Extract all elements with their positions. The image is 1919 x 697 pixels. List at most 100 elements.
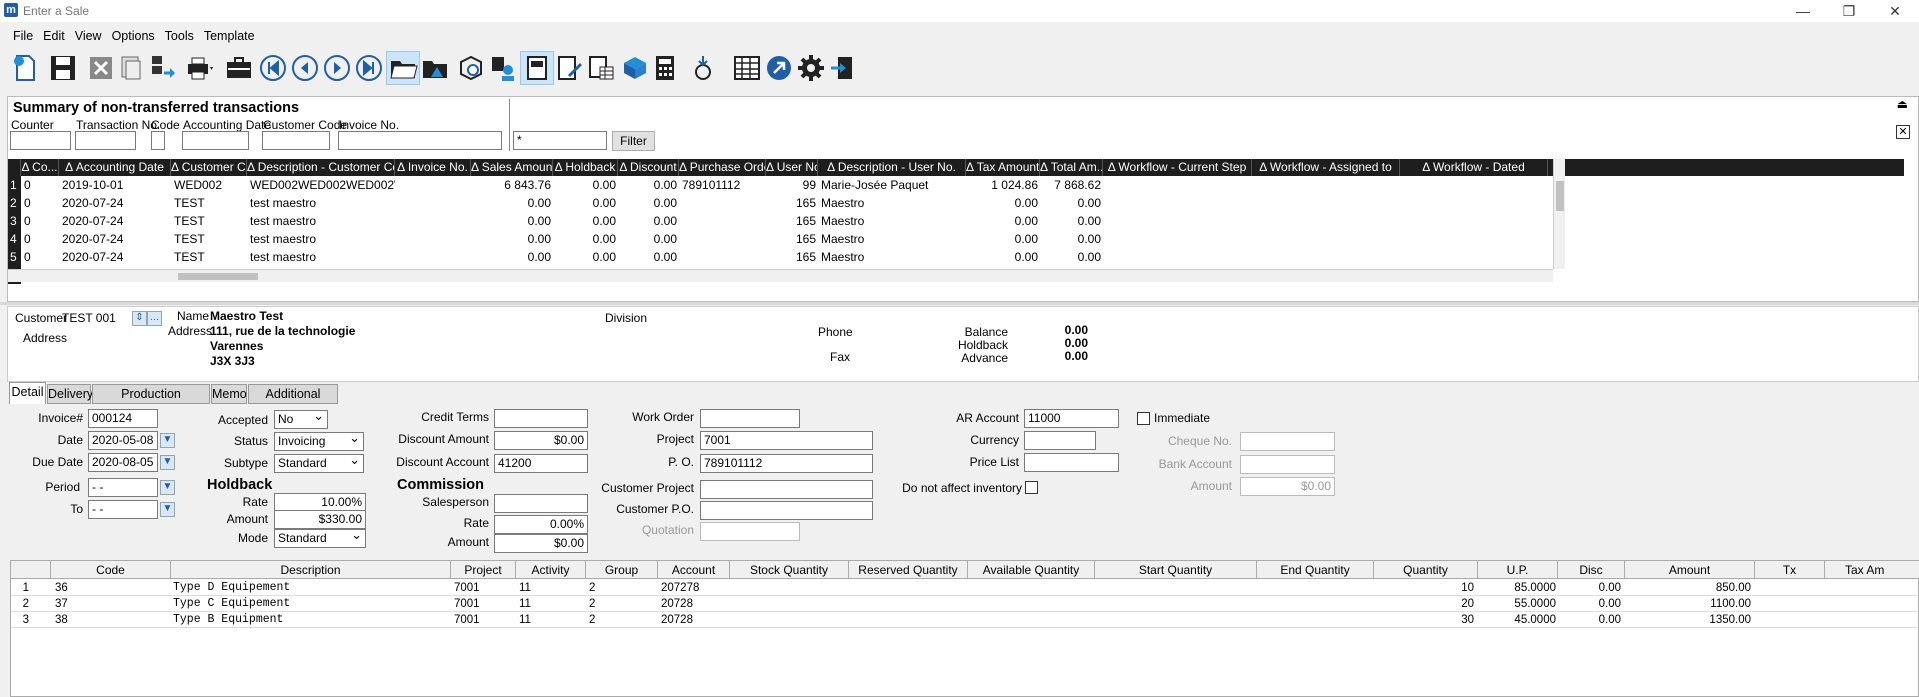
line-cell[interactable]: 20728 (661, 612, 728, 628)
user-search-icon[interactable] (486, 51, 520, 85)
menu-tools[interactable]: Tools (160, 26, 199, 46)
line-cell[interactable]: 7001 (454, 612, 514, 628)
col-counter[interactable]: Δ Co... (21, 159, 59, 176)
grid-row[interactable]: 3 0 2020-07-24 TEST test maestro 0.00 0.00 0.00… (8, 212, 1904, 230)
row-number[interactable]: 4 (8, 230, 21, 248)
lcol-tax-amount[interactable]: Tax Am (1825, 561, 1919, 579)
lcol-reserved-quantity[interactable]: Reserved Quantity (849, 561, 968, 579)
lcol-code[interactable]: Code (51, 561, 171, 579)
period-input[interactable]: - - (88, 478, 158, 497)
col-description-customer[interactable]: Δ Description - Customer Code (247, 159, 395, 176)
boxes-icon[interactable] (618, 51, 652, 85)
line-cell[interactable]: 11 (519, 580, 584, 596)
menu-options[interactable]: Options (107, 26, 160, 46)
discount-account-input[interactable]: 41200 (494, 454, 588, 473)
customer-code-filter-input[interactable] (262, 131, 330, 150)
lookup-icon[interactable] (454, 51, 488, 85)
lcol-end-quantity[interactable]: End Quantity (1257, 561, 1374, 579)
date-picker-icon[interactable]: ▼ (160, 433, 175, 448)
to-input[interactable]: - - (88, 500, 158, 519)
work-order-input[interactable] (700, 409, 800, 428)
ar-account-input[interactable]: 11000 (1024, 409, 1119, 428)
customer-po-input[interactable] (700, 501, 873, 520)
line-cell[interactable]: 20 (1374, 596, 1474, 612)
col-total-amount[interactable]: Δ Total Am... (1040, 159, 1103, 176)
line-cell[interactable]: 0.00 (1558, 612, 1621, 628)
lcol-description[interactable]: Description (171, 561, 451, 579)
line-row[interactable]: 1 36 Type D Equipement 7001 11 2 207278 10 85.00… (11, 580, 1919, 596)
invoice-filter-input[interactable] (338, 131, 502, 150)
line-cell[interactable]: 10 (1374, 580, 1474, 596)
col-purchase-order[interactable]: Δ Purchase Order (679, 159, 766, 176)
tab-delivery[interactable]: Delivery (47, 384, 93, 404)
customer-project-input[interactable] (700, 480, 873, 499)
grid-row[interactable]: 10 2019-10-01 WED002 WED002WED002WED002WED0… (8, 176, 1904, 194)
lcol-quantity[interactable]: Quantity (1374, 561, 1478, 579)
line-cell[interactable]: 11 (519, 612, 584, 628)
lcol-available-quantity[interactable]: Available Quantity (968, 561, 1095, 579)
to-picker-icon[interactable]: ▼ (160, 502, 175, 517)
copy-icon[interactable] (114, 51, 148, 85)
previous-icon[interactable] (288, 51, 322, 85)
counter-filter-input[interactable] (10, 131, 71, 150)
first-icon[interactable] (256, 51, 290, 85)
filter-button[interactable]: Filter (612, 131, 655, 151)
line-cell[interactable]: 207278 (661, 580, 728, 596)
briefcase-icon[interactable] (222, 51, 256, 85)
spreadsheet-icon[interactable] (730, 51, 764, 85)
col-user-no[interactable]: Δ User No. (766, 159, 818, 176)
salesperson-input[interactable] (494, 494, 588, 513)
lcol-disc[interactable]: Disc (1558, 561, 1625, 579)
last-icon[interactable] (352, 51, 386, 85)
line-cell[interactable]: 85.0000 (1478, 580, 1556, 596)
col-sales-amount[interactable]: Δ Sales Amount (471, 159, 553, 176)
next-icon[interactable] (320, 51, 354, 85)
row-number[interactable]: 1 (8, 176, 21, 194)
line-cell[interactable]: 55.0000 (1478, 596, 1556, 612)
due-date-picker-icon[interactable]: ▼ (160, 455, 175, 470)
line-cell[interactable]: 7001 (454, 596, 514, 612)
lcol-account[interactable]: Account (658, 561, 730, 579)
col-accounting-date[interactable]: Δ Accounting Date (59, 159, 171, 176)
tab-memo[interactable]: Memo (211, 384, 247, 404)
project-input[interactable]: 7001 (700, 431, 873, 450)
tab-additional-fields[interactable]: Additional Fields (248, 384, 338, 419)
col-workflow-assigned[interactable]: Δ Workflow - Assigned to (1252, 159, 1400, 176)
line-cell[interactable]: 38 (55, 612, 171, 628)
navigate-icon[interactable] (762, 51, 796, 85)
line-cell[interactable]: Type B Equipment (173, 612, 449, 628)
row-number[interactable]: 5 (8, 248, 21, 266)
tab-detail[interactable]: Detail (9, 382, 46, 404)
immediate-checkbox[interactable] (1137, 412, 1150, 425)
currency-input[interactable] (1024, 431, 1096, 450)
menu-edit[interactable]: Edit (38, 26, 70, 46)
grid-row[interactable]: 5 0 2020-07-24 TEST test maestro 0.00 0.00 0.00… (8, 248, 1904, 266)
save-icon[interactable] (46, 51, 80, 85)
payment-amount-input[interactable]: $0.00 (1240, 477, 1335, 496)
col-description-user[interactable]: Δ Description - User No. (818, 159, 966, 176)
col-invoice[interactable]: Δ Invoice No. (395, 159, 471, 176)
code-filter-input[interactable] (151, 131, 165, 150)
filter-text-input[interactable]: * (513, 131, 607, 150)
grid-horizontal-scrollbar[interactable] (8, 269, 1553, 282)
lcol-unit-price[interactable]: U.P. (1478, 561, 1558, 579)
customer-code[interactable]: TEST 001 (62, 311, 116, 325)
due-date-input[interactable]: 2020-08-05 (88, 453, 158, 472)
tab-production-resources[interactable]: Production Resources (92, 384, 210, 419)
col-workflow-step[interactable]: Δ Workflow - Current Step (1103, 159, 1252, 176)
status-select[interactable]: Invoicing (274, 430, 364, 451)
accounting-date-filter-input[interactable] (182, 131, 249, 150)
col-tax-amount[interactable]: Δ Tax Amount (966, 159, 1040, 176)
splitter[interactable] (0, 302, 1919, 305)
table-document-icon[interactable] (584, 51, 618, 85)
grid-vertical-scrollbar[interactable] (1553, 159, 1565, 269)
price-list-input[interactable] (1024, 453, 1119, 472)
menu-file[interactable]: File (8, 26, 38, 46)
line-cell[interactable]: 2 (589, 580, 656, 596)
col-holdback[interactable]: Δ Holdback (553, 159, 618, 176)
menu-template[interactable]: Template (199, 26, 260, 46)
new-icon[interactable] (8, 51, 42, 85)
line-cell[interactable]: 45.0000 (1478, 612, 1556, 628)
line-cell[interactable]: 0.00 (1558, 596, 1621, 612)
accepted-select[interactable]: No (274, 408, 328, 429)
